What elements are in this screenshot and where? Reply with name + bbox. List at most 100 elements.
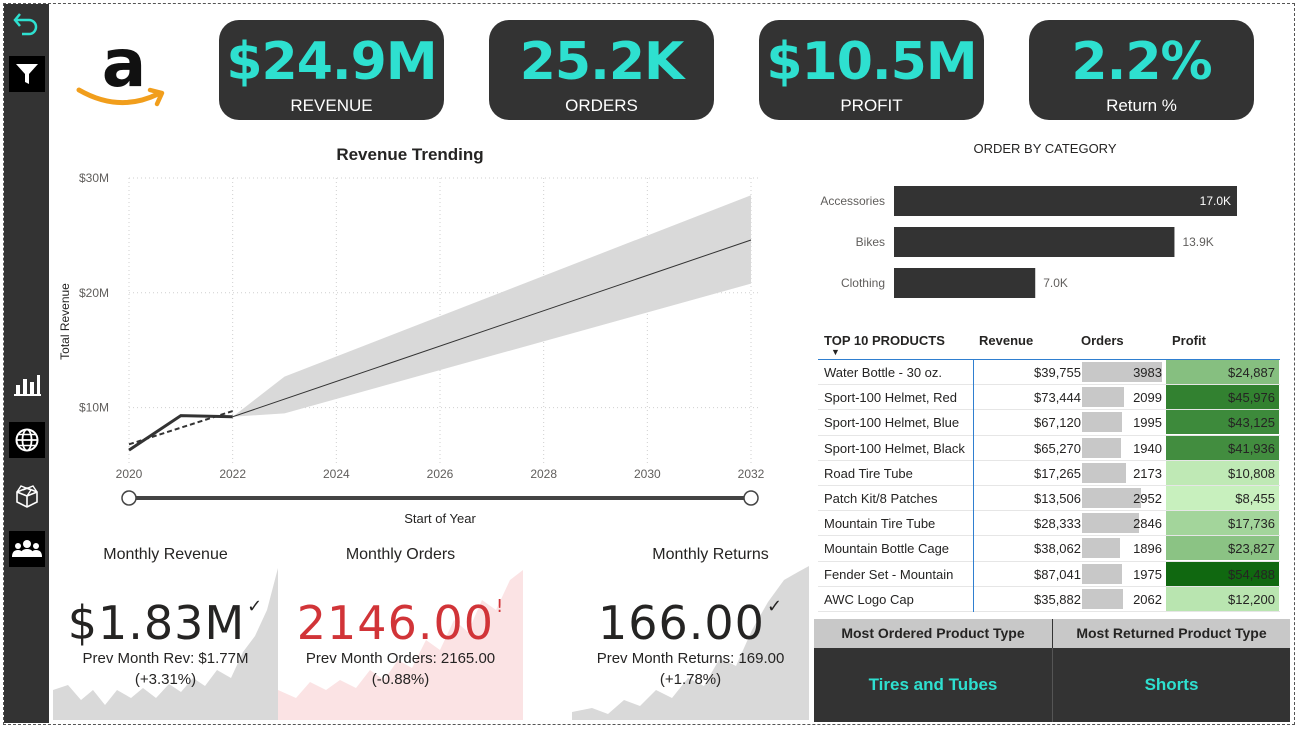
most-returned-value: Shorts — [1144, 675, 1199, 694]
card-pct: (+3.31%) — [134, 671, 197, 688]
kpi-label: Return % — [1106, 96, 1177, 115]
most-returned-header: Most Returned Product Type — [1053, 619, 1290, 648]
range-slider-start-handle[interactable] — [121, 490, 137, 506]
card-value: $1.83M ✓ — [53, 596, 278, 650]
table-row[interactable]: Sport-100 Helmet, Blue $67,120 1995 $43,125 — [818, 410, 1280, 436]
x-tick-label: 2026 — [427, 467, 454, 481]
product-type-panel: Most Ordered Product Type Most Returned … — [814, 619, 1290, 722]
kpi-profit: $10.5M PROFIT — [759, 20, 984, 120]
product-name: Road Tire Tube — [824, 465, 913, 481]
card-value-text: $1.83M — [67, 596, 246, 650]
monthly-returns-card: Monthly Returns 166.00 ✓ Prev Month Retur… — [572, 540, 809, 720]
x-tick-label: 2032 — [738, 467, 765, 481]
table-row[interactable]: Sport-100 Helmet, Black $65,270 1940 $41,93… — [818, 435, 1280, 461]
product-profit: $10,808 — [1228, 465, 1275, 481]
bar-chart-icon[interactable] — [9, 366, 45, 402]
box-icon[interactable] — [9, 478, 45, 514]
svg-text:a: a — [102, 28, 147, 102]
forecast-line — [232, 239, 752, 418]
card-pct: (+1.78%) — [659, 671, 722, 688]
product-profit: $12,200 — [1228, 591, 1275, 607]
order-by-category-chart: Accessories 17.0K Bikes 13.9K Clothing 7.0K — [820, 186, 1237, 298]
most-ordered-header: Most Ordered Product Type — [814, 619, 1052, 648]
y-tick-label: $30M — [79, 171, 109, 185]
product-orders: 2952 — [1133, 490, 1162, 506]
product-revenue: $73,444 — [1034, 390, 1081, 406]
table-header: TOP 10 PRODUCTS ▼ Revenue Orders Profit — [818, 327, 1280, 360]
table-body: Water Bottle - 30 oz. $39,755 3983 $24,887 S… — [818, 360, 1280, 612]
table-row[interactable]: Road Tire Tube $17,265 2173 $10,808 — [818, 460, 1280, 486]
card-value-text: 2146.00 — [296, 596, 494, 650]
kpi-value: 2.2% — [1071, 32, 1212, 92]
product-profit: $24,887 — [1228, 365, 1275, 380]
actual-series — [128, 414, 233, 452]
product-orders: 2099 — [1133, 390, 1162, 406]
kpi-value: $24.9M — [226, 32, 437, 92]
card-prev: Prev Month Returns: 169.00 — [596, 650, 785, 667]
x-axis-label: Start of Year — [404, 511, 476, 526]
col-header-orders[interactable]: Orders — [1081, 333, 1124, 348]
card-value: 2146.00! — [278, 596, 523, 650]
product-revenue: $39,755 — [1034, 365, 1081, 380]
product-orders: 2173 — [1133, 465, 1162, 481]
x-tick-label: 2020 — [116, 467, 143, 481]
product-revenue: $17,265 — [1034, 465, 1081, 481]
product-profit: $43,125 — [1228, 415, 1275, 431]
category-bar[interactable] — [894, 227, 1175, 257]
back-arrow-icon[interactable] — [9, 6, 45, 42]
sort-desc-icon[interactable]: ▼ — [831, 347, 840, 357]
people-icon[interactable] — [9, 531, 45, 567]
product-revenue: $35,882 — [1034, 591, 1081, 607]
bar-value-label: 13.9K — [1182, 235, 1213, 249]
product-orders: 2062 — [1133, 591, 1162, 607]
range-slider-end-handle[interactable] — [743, 490, 759, 506]
product-revenue: $65,270 — [1034, 440, 1081, 456]
x-tick-label: 2024 — [323, 467, 350, 481]
kpi-label: REVENUE — [290, 96, 373, 115]
product-name: Sport-100 Helmet, Blue — [824, 415, 960, 431]
product-name: Mountain Tire Tube — [824, 516, 936, 532]
product-orders: 1940 — [1133, 440, 1162, 456]
table-row[interactable]: Water Bottle - 30 oz. $39,755 3983 $24,887 — [818, 360, 1280, 386]
monthly-orders-card: Monthly Orders 2146.00! Prev Month Order… — [278, 540, 523, 720]
product-orders: 2846 — [1133, 516, 1162, 532]
order-by-category-title: ORDER BY CATEGORY — [973, 141, 1117, 156]
card-value: 166.00 ✓ — [572, 596, 809, 650]
product-revenue: $38,062 — [1034, 541, 1081, 557]
kpi-revenue: $24.9M REVENUE — [219, 20, 444, 120]
chart-title: Revenue Trending — [336, 145, 483, 164]
product-name: Water Bottle - 30 oz. — [824, 365, 943, 380]
y-tick-label: $10M — [79, 401, 109, 415]
table-row[interactable]: Fender Set - Mountain $87,041 1975 $54,488 — [818, 561, 1280, 587]
check-icon: ✓ — [247, 596, 264, 617]
col-header-product[interactable]: TOP 10 PRODUCTS — [824, 333, 945, 348]
sidebar — [4, 4, 49, 723]
table-row[interactable]: Sport-100 Helmet, Red $73,444 2099 $45,976 — [818, 385, 1280, 411]
category-bar[interactable] — [894, 186, 1237, 216]
product-name: Sport-100 Helmet, Black — [824, 440, 965, 456]
product-name: Mountain Bottle Cage — [824, 541, 950, 557]
product-revenue: $13,506 — [1034, 490, 1081, 506]
bar-value-label: 17.0K — [1200, 194, 1231, 208]
globe-icon[interactable] — [9, 422, 45, 458]
revenue-trending-svg: Revenue Trending $10M $20M $30M 2020 2022 2024… — [58, 145, 765, 526]
filter-icon[interactable] — [9, 56, 45, 92]
monthly-revenue-card: Monthly Revenue $1.83M ✓ Prev Month Rev: … — [53, 540, 278, 720]
amazon-logo: a — [74, 25, 174, 131]
table-row[interactable]: AWC Logo Cap $35,882 2062 $12,200 — [818, 586, 1280, 612]
category-bar[interactable] — [894, 268, 1036, 298]
product-name: AWC Logo Cap — [824, 591, 914, 607]
table-row[interactable]: Patch Kit/8 Patches $13,506 2952 $8,455 — [818, 485, 1280, 512]
revenue-trending-chart: Revenue Trending $10M $20M $30M 2020 2022 2024… — [55, 138, 765, 533]
col-header-profit[interactable]: Profit — [1172, 333, 1206, 348]
category-label: Bikes — [856, 235, 885, 249]
table-row[interactable]: Mountain Tire Tube $28,333 2846 $17,736 — [818, 511, 1280, 537]
table-row[interactable]: Mountain Bottle Cage $38,062 1896 $23,827 — [818, 536, 1280, 562]
product-profit: $23,827 — [1228, 541, 1275, 557]
kpi-return-pct: 2.2% Return % — [1029, 20, 1254, 120]
kpi-label: ORDERS — [565, 96, 638, 115]
col-header-revenue[interactable]: Revenue — [979, 333, 1033, 348]
x-tick-label: 2022 — [219, 467, 246, 481]
product-revenue: $87,041 — [1034, 566, 1081, 582]
kpi-label: PROFIT — [840, 96, 903, 115]
